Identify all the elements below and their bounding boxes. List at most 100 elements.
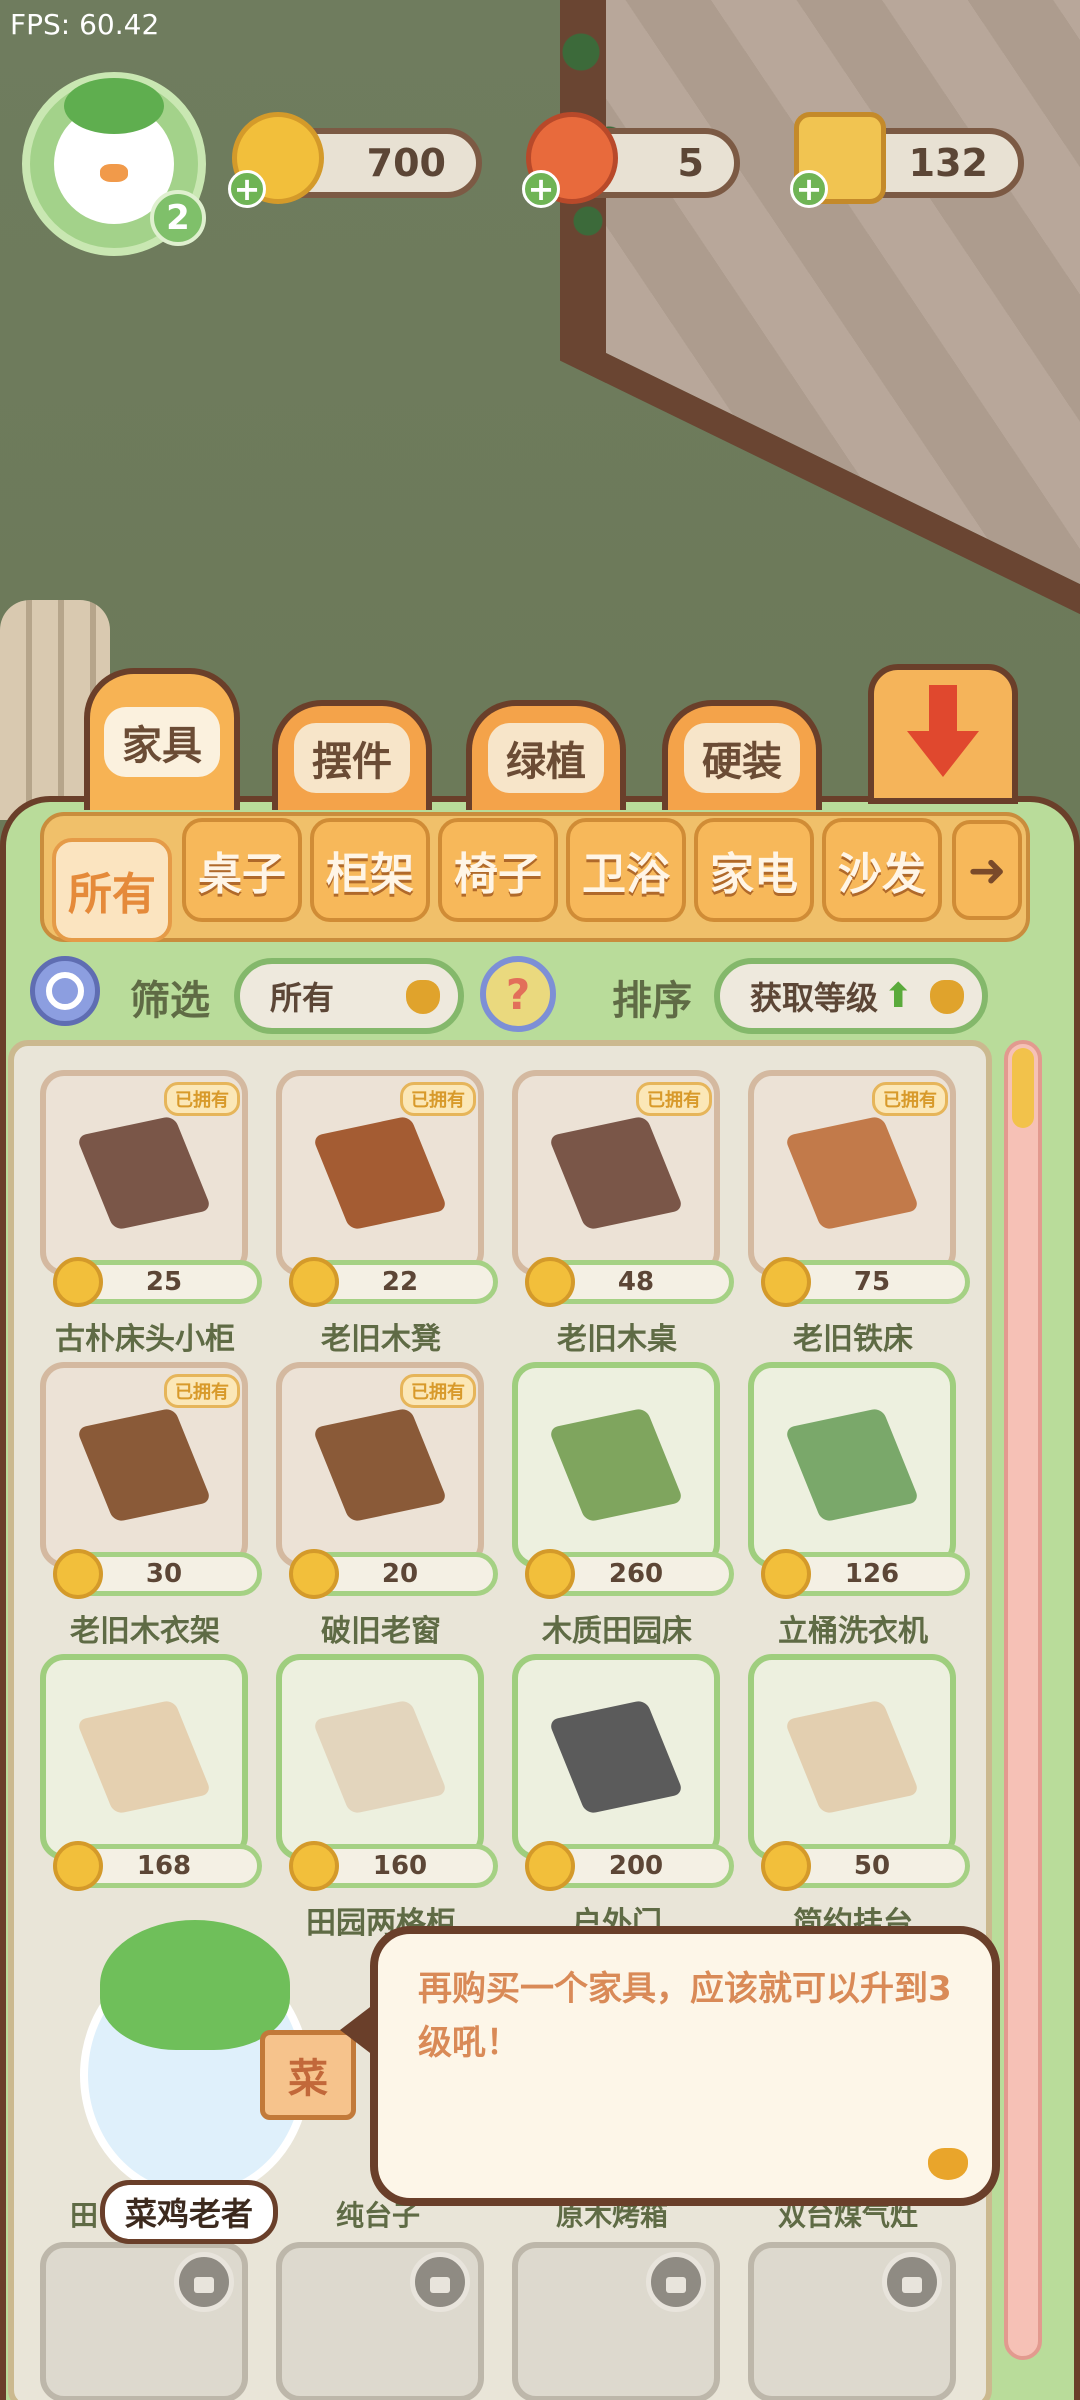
owned-tag: 已拥有 [400, 1082, 476, 1116]
subtab-sofas[interactable]: 沙发 [822, 818, 942, 922]
lock-icon [882, 2252, 942, 2312]
item-price-value: 75 [853, 1267, 891, 1297]
heart-coin-icon [525, 1257, 575, 1307]
ticket-counter[interactable]: + 132 [790, 112, 1024, 208]
subtab-cabinets[interactable]: 柜架 [310, 818, 430, 922]
fps-counter: FPS: 60.42 [10, 8, 160, 41]
player-level-badge: 2 [150, 190, 206, 246]
item-price: 30 [53, 1549, 262, 1599]
item-card[interactable]: 已拥有 [40, 1070, 248, 1276]
item-price-value: 25 [145, 1267, 183, 1297]
coin-value: 700 [366, 141, 446, 185]
heart-coin-icon [53, 1549, 103, 1599]
collapse-panel-button[interactable] [868, 664, 1018, 804]
furniture-thumbnail-icon [784, 1699, 920, 1815]
owned-tag: 已拥有 [164, 1082, 240, 1116]
item-price-value: 30 [145, 1559, 183, 1589]
item-card[interactable]: 已拥有 [276, 1070, 484, 1276]
help-button[interactable]: ? [480, 956, 556, 1032]
item-price-value: 260 [608, 1559, 664, 1589]
coin-counter[interactable]: + 700 [228, 112, 482, 208]
item-price: 260 [525, 1549, 734, 1599]
arrow-right-icon: ➜ [967, 843, 1007, 897]
arrow-down-icon [907, 685, 979, 777]
speech-text: 再购买一个家具，应该就可以升到3级吼！ [418, 1969, 952, 2063]
heart-coin-icon [761, 1549, 811, 1599]
add-vegetables-button[interactable]: + [522, 170, 560, 208]
tab-plants[interactable]: 绿植 [466, 700, 626, 810]
tab-hardware[interactable]: 硬装 [662, 700, 822, 810]
item-name: 老旧铁床 [793, 1322, 913, 1357]
heart-coin-icon [289, 1257, 339, 1307]
subtab-next-button[interactable]: ➜ [952, 820, 1022, 920]
grid-scrollbar[interactable] [1004, 1040, 1042, 2360]
speech-bubble[interactable]: 再购买一个家具，应该就可以升到3级吼！ [340, 1926, 1000, 2206]
tab-furniture[interactable]: 家具 [84, 668, 240, 810]
mascot-elder[interactable]: 菜 [40, 1880, 356, 2210]
heart-coin-icon [761, 1257, 811, 1307]
subtab-tables[interactable]: 桌子 [182, 818, 302, 922]
locked-item-card[interactable] [748, 2242, 956, 2400]
item-name: 立桶洗衣机 [778, 1614, 928, 1649]
subtab-chairs[interactable]: 椅子 [438, 818, 558, 922]
sort-label: 排序 [612, 978, 692, 1024]
heart-dropdown-icon [406, 980, 440, 1014]
heart-coin-icon [53, 1257, 103, 1307]
item-price-value: 48 [617, 1267, 655, 1297]
item-name: 老旧木桌 [557, 1322, 677, 1357]
item-price: 48 [525, 1257, 734, 1307]
furniture-thumbnail-icon [76, 1699, 212, 1815]
locked-item-card[interactable] [276, 2242, 484, 2400]
vegetable-value: 5 [677, 141, 704, 185]
sort-select[interactable]: 获取等级 ⬆ [714, 958, 988, 1034]
item-price: 50 [761, 1841, 970, 1891]
heart-coin-icon [525, 1549, 575, 1599]
item-card[interactable]: 已拥有 [276, 1362, 484, 1568]
scroll-thumb[interactable] [1012, 1048, 1034, 1128]
item-card[interactable] [512, 1362, 720, 1568]
locked-item-card[interactable] [512, 2242, 720, 2400]
player-avatar[interactable]: 2 [22, 72, 206, 256]
add-coins-button[interactable]: + [228, 170, 266, 208]
item-card[interactable] [40, 1654, 248, 1860]
owned-tag: 已拥有 [872, 1082, 948, 1116]
item-card[interactable]: 已拥有 [748, 1070, 956, 1276]
search-icon[interactable] [30, 956, 100, 1026]
item-price-value: 126 [844, 1559, 900, 1589]
item-price: 200 [525, 1841, 734, 1891]
filter-select[interactable]: 所有 [234, 958, 464, 1034]
furniture-thumbnail-icon [548, 1407, 684, 1523]
item-card[interactable]: 已拥有 [512, 1070, 720, 1276]
subtab-all[interactable]: 所有 [52, 838, 172, 942]
item-price: 25 [53, 1257, 262, 1307]
item-price-value: 200 [608, 1851, 664, 1881]
owned-tag: 已拥有 [164, 1374, 240, 1408]
vegetable-counter[interactable]: + 5 [522, 112, 740, 208]
item-card[interactable] [748, 1362, 956, 1568]
furniture-thumbnail-icon [312, 1699, 448, 1815]
furniture-thumbnail-icon [784, 1407, 920, 1523]
furniture-thumbnail-icon [548, 1115, 684, 1231]
item-price: 160 [289, 1841, 498, 1891]
item-price: 20 [289, 1549, 498, 1599]
arrow-up-icon: ⬆ [884, 976, 913, 1016]
add-tickets-button[interactable]: + [790, 170, 828, 208]
item-card[interactable] [512, 1654, 720, 1860]
item-card[interactable] [748, 1654, 956, 1860]
item-card[interactable]: 已拥有 [40, 1362, 248, 1568]
locked-item-card[interactable] [40, 2242, 248, 2400]
mascot-name-tag: 菜鸡老者 [100, 2180, 279, 2244]
item-card[interactable] [276, 1654, 484, 1860]
furniture-thumbnail-icon [312, 1115, 448, 1231]
item-price: 75 [761, 1257, 970, 1307]
owned-tag: 已拥有 [400, 1374, 476, 1408]
item-price: 22 [289, 1257, 498, 1307]
heart-dropdown-icon [930, 980, 964, 1014]
subtab-bathroom[interactable]: 卫浴 [566, 818, 686, 922]
subtab-appliances[interactable]: 家电 [694, 818, 814, 922]
tab-ornaments[interactable]: 摆件 [272, 700, 432, 810]
furniture-thumbnail-icon [312, 1407, 448, 1523]
heart-next-icon[interactable] [928, 2148, 968, 2180]
tab-hardware-label: 硬装 [684, 723, 800, 793]
filter-value: 所有 [270, 979, 335, 1017]
